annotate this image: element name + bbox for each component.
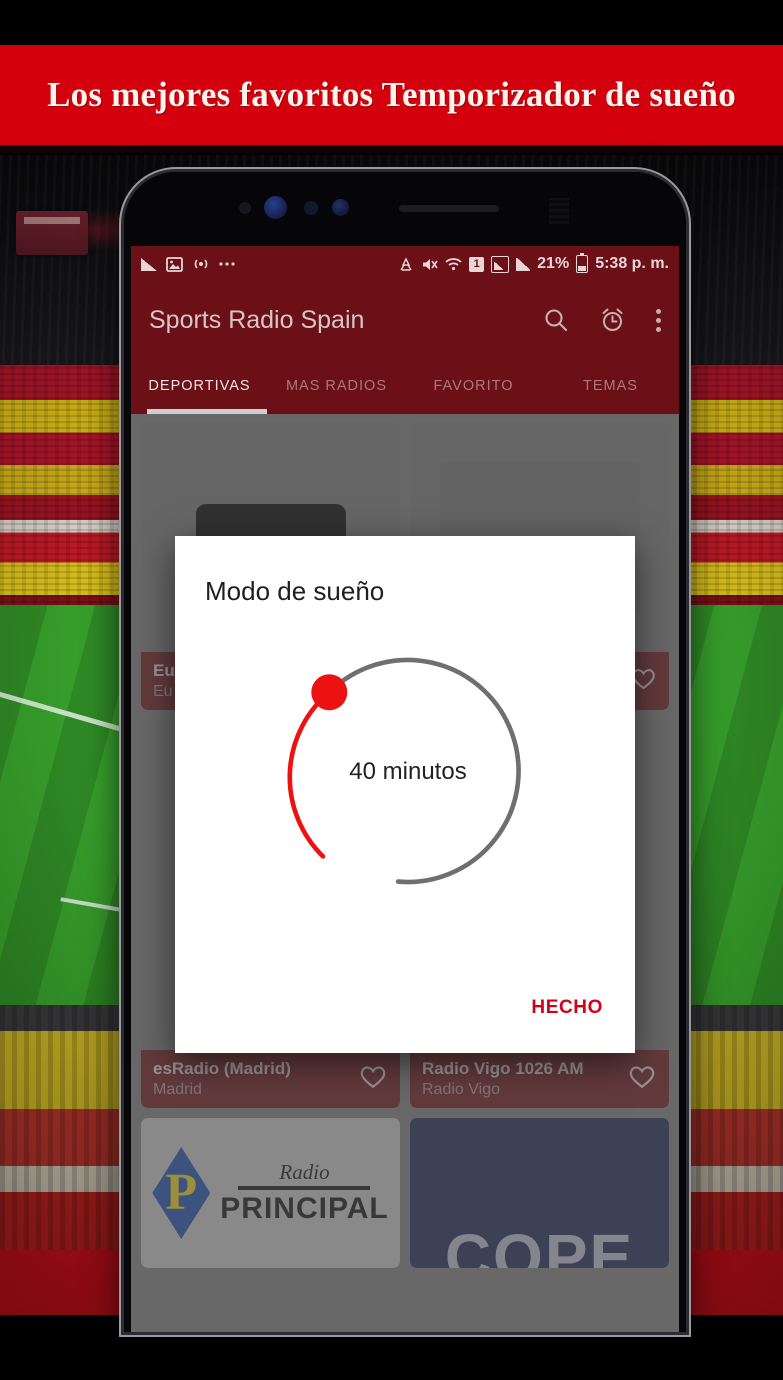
signal-bars-icon bbox=[516, 257, 531, 271]
heart-icon[interactable] bbox=[358, 1063, 388, 1095]
station-card[interactable]: P Radio PRINCIPAL bbox=[141, 1118, 400, 1268]
app-title: Sports Radio Spain bbox=[149, 305, 365, 334]
signal-icon bbox=[141, 257, 157, 271]
signal-box-icon bbox=[491, 255, 510, 273]
station-meta: Radio Vigo 1026 AM Radio Vigo bbox=[410, 1050, 669, 1108]
promo-banner: Los mejores favoritos Temporizador de su… bbox=[0, 45, 783, 145]
wifi-icon bbox=[445, 257, 462, 271]
app-bar-actions bbox=[543, 307, 661, 334]
overflow-menu-icon[interactable] bbox=[656, 308, 661, 332]
status-time: 5:38 p. m. bbox=[595, 255, 669, 272]
station-card[interactable]: COPE bbox=[410, 1118, 669, 1268]
principal-diamond-mark: P bbox=[152, 1147, 211, 1239]
circular-timer-slider[interactable]: 40 minutos bbox=[273, 636, 543, 911]
tab-favorito[interactable]: FAVORITO bbox=[405, 378, 542, 394]
station-artwork: P Radio PRINCIPAL bbox=[141, 1118, 400, 1268]
proximity-sensor-icon bbox=[549, 198, 569, 224]
status-left-icons bbox=[141, 256, 235, 272]
app-bar: Sports Radio Spain bbox=[131, 282, 679, 358]
principal-mark-letter: P bbox=[165, 1164, 198, 1221]
sleep-timer-dialog: Modo de sueño 40 minutos HECHO bbox=[175, 536, 635, 1053]
iris-scanner-icon bbox=[332, 199, 349, 216]
heart-icon[interactable] bbox=[627, 1063, 657, 1095]
stadium-scoreboard bbox=[16, 211, 88, 255]
earpiece-speaker bbox=[399, 205, 499, 212]
status-right-icons: 1 21% 5:38 p. m. bbox=[398, 252, 669, 273]
timer-handle[interactable] bbox=[311, 674, 348, 711]
recycle-icon bbox=[398, 256, 414, 272]
battery-icon bbox=[576, 252, 589, 273]
principal-rule bbox=[238, 1186, 371, 1190]
station-sub: Radio Vigo bbox=[422, 1081, 500, 1098]
battery-percent: 21% bbox=[537, 255, 570, 272]
station-sub: Madrid bbox=[153, 1081, 202, 1098]
more-icon bbox=[219, 261, 235, 267]
station-name: Radio Vigo 1026 AM bbox=[422, 1059, 584, 1078]
dialog-title: Modo de sueño bbox=[205, 576, 385, 606]
android-status-bar: 1 21% 5:38 p. m. bbox=[131, 246, 679, 282]
sim1-icon: 1 bbox=[469, 256, 485, 272]
app-screenshot: Los mejores favoritos Temporizador de su… bbox=[0, 0, 783, 1380]
tab-bar: DEPORTIVAS MAS RADIOS FAVORITO TEMAS bbox=[131, 358, 679, 414]
sensor-icon bbox=[304, 201, 318, 215]
tab-mas-radios[interactable]: MAS RADIOS bbox=[268, 378, 405, 394]
front-camera-icon bbox=[264, 196, 287, 219]
principal-logo: P Radio PRINCIPAL bbox=[141, 1118, 400, 1268]
broadcast-icon bbox=[192, 257, 210, 271]
alarm-clock-icon[interactable] bbox=[599, 307, 626, 334]
tab-temas[interactable]: TEMAS bbox=[542, 378, 679, 394]
sensor-icon bbox=[239, 202, 251, 214]
dialog-done-button[interactable]: HECHO bbox=[531, 997, 603, 1019]
cope-logo: COPE bbox=[410, 1118, 669, 1268]
tab-deportivas[interactable]: DEPORTIVAS bbox=[131, 378, 268, 394]
station-meta: esRadio (Madrid) Madrid bbox=[141, 1050, 400, 1108]
station-name: esRadio (Madrid) bbox=[153, 1059, 291, 1078]
station-artwork: COPE bbox=[410, 1118, 669, 1268]
top-black-strip bbox=[0, 0, 783, 45]
mute-icon bbox=[421, 257, 438, 272]
promo-banner-text: Los mejores favoritos Temporizador de su… bbox=[47, 75, 736, 114]
cope-logo-text: COPE bbox=[444, 1221, 635, 1268]
principal-main-text: PRINCIPAL bbox=[220, 1192, 389, 1225]
principal-script-text: Radio bbox=[279, 1160, 330, 1184]
phone-top-bezel bbox=[124, 172, 686, 246]
timer-value-label: 40 minutos bbox=[349, 758, 467, 785]
image-icon bbox=[166, 256, 183, 272]
search-icon[interactable] bbox=[543, 307, 569, 333]
